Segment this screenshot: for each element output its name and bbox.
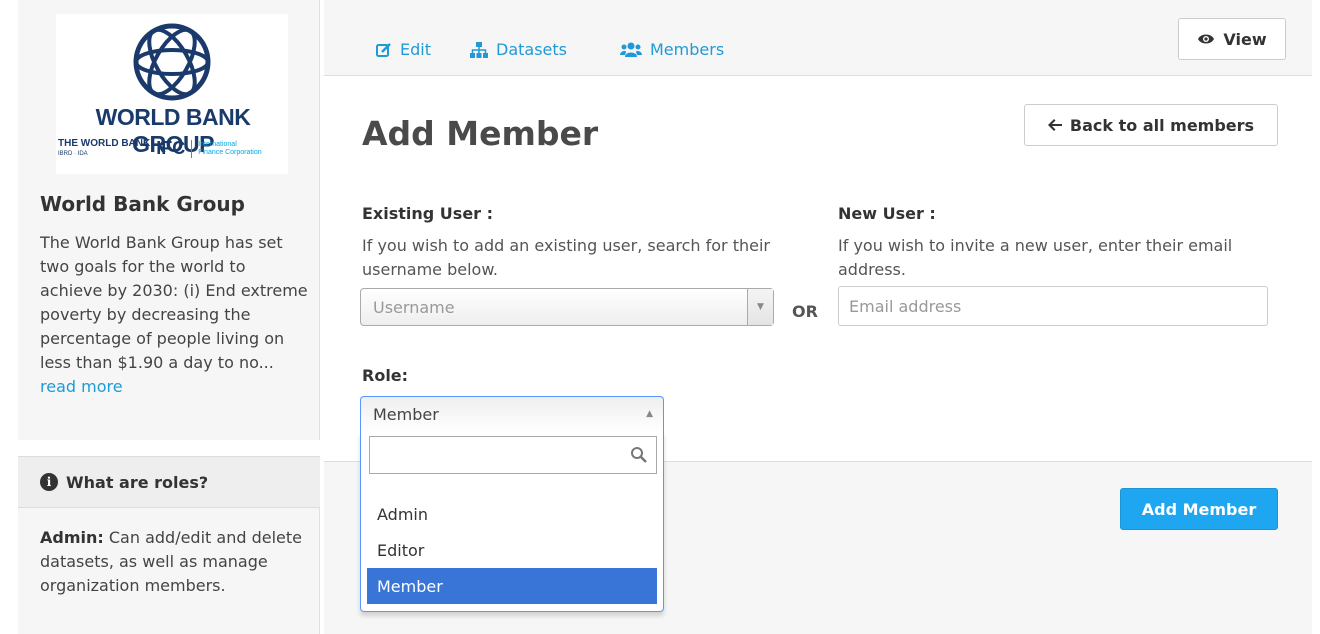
eye-icon	[1198, 34, 1215, 44]
view-button[interactable]: View	[1178, 18, 1286, 60]
info-icon: i	[40, 473, 58, 491]
existing-user-label: Existing User :	[362, 204, 494, 223]
arrow-left-icon	[1047, 119, 1062, 131]
role-option-editor[interactable]: Editor	[367, 532, 657, 568]
role-admin-label: Admin:	[40, 528, 104, 547]
logo-divider	[191, 139, 193, 158]
role-dropdown: Admin Editor Member	[360, 432, 664, 612]
page-title: Add Member	[362, 114, 599, 153]
role-selected-value: Member	[373, 405, 439, 424]
add-member-button[interactable]: Add Member	[1120, 488, 1278, 530]
caret-up-icon: ▲	[646, 409, 653, 419]
tab-members[interactable]: Members	[620, 40, 724, 59]
existing-user-help: If you wish to add an existing user, sea…	[362, 236, 770, 279]
sidebar-separator	[18, 440, 320, 456]
organization-logo[interactable]: WORLD BANK GROUP THE WORLD BANK IBRD · I…	[56, 14, 288, 174]
roles-heading-text: What are roles?	[66, 472, 209, 492]
tab-edit-label: Edit	[400, 40, 431, 59]
logo-ibrd-text: IBRD · IDA	[58, 150, 88, 157]
organization-title: World Bank Group	[40, 192, 245, 216]
logo-world-bank-text: THE WORLD BANK	[58, 137, 151, 149]
role-select[interactable]: Member ▲	[360, 396, 664, 432]
new-user-label: New User :	[838, 204, 936, 223]
caret-down-icon[interactable]: ▼	[747, 289, 773, 325]
role-option-admin[interactable]: Admin	[367, 496, 657, 532]
back-button-label: Back to all members	[1069, 115, 1255, 135]
logo-subtitle: THE WORLD BANK IBRD · IDA IFC Internatio…	[58, 138, 288, 159]
new-user-help: If you wish to invite a new user, enter …	[838, 236, 1233, 279]
tab-members-label: Members	[650, 40, 725, 59]
username-select[interactable]: Username ▼	[360, 288, 774, 326]
roles-heading: i What are roles?	[18, 456, 320, 508]
globe-icon	[133, 23, 211, 101]
sitemap-icon	[470, 41, 488, 58]
users-icon	[620, 42, 642, 57]
or-label: OR	[792, 302, 818, 321]
role-label: Role:	[362, 366, 409, 385]
logo-ifc-description: International Finance Corporation	[198, 140, 262, 156]
view-button-label: View	[1223, 29, 1267, 49]
role-option-member[interactable]: Member	[367, 568, 657, 604]
edit-icon	[376, 42, 391, 57]
email-field[interactable]	[838, 286, 1268, 326]
logo-ifc-text: IFC	[156, 138, 186, 158]
tab-bar: Edit Datasets Members View	[324, 0, 1312, 76]
username-placeholder: Username	[373, 297, 455, 317]
sidebar: WORLD BANK GROUP THE WORLD BANK IBRD · I…	[18, 0, 320, 634]
roles-description: Admin: Can add/edit and delete datasets,…	[40, 526, 312, 598]
back-to-members-button[interactable]: Back to all members	[1024, 104, 1278, 146]
description-text: The World Bank Group has set two goals f…	[40, 233, 308, 372]
organization-description: The World Bank Group has set two goals f…	[40, 231, 312, 399]
search-icon	[631, 447, 647, 463]
role-search-input[interactable]	[369, 436, 657, 474]
tab-datasets-label: Datasets	[496, 40, 567, 59]
tab-edit[interactable]: Edit	[376, 40, 431, 59]
tab-datasets[interactable]: Datasets	[470, 40, 567, 59]
form-panel: Add Member Back to all members Existing …	[324, 76, 1312, 462]
read-more-link[interactable]: read more	[40, 377, 123, 396]
